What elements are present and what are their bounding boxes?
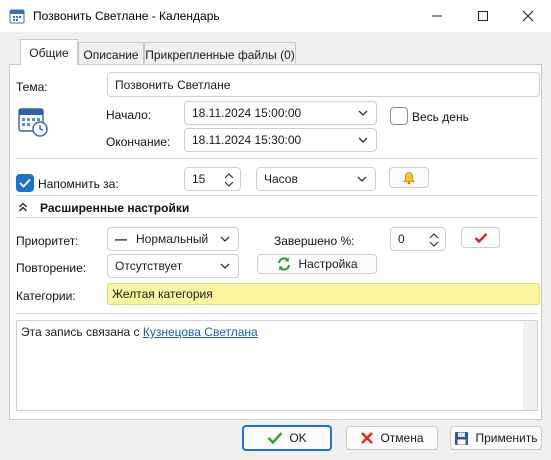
chevron-down-icon — [358, 137, 368, 143]
notes-text: Эта запись связана с Кузнецова Светлана — [21, 325, 258, 339]
tab-attachments[interactable]: Прикрепленные файлы (0) — [144, 42, 296, 66]
reminder-unit-value: Часов — [264, 172, 298, 186]
cancel-label: Отмена — [380, 431, 424, 445]
collapse-chevrons-icon[interactable] — [18, 202, 28, 212]
close-icon — [522, 10, 534, 22]
notes-scrollbar[interactable] — [523, 321, 537, 410]
advanced-settings-header[interactable]: Расширенные настройки — [40, 201, 189, 215]
mark-complete-button[interactable] — [461, 227, 500, 248]
divider — [16, 195, 538, 196]
divider — [16, 217, 538, 218]
all-day-label: Весь день — [412, 110, 469, 124]
reminder-label: Напомнить за: — [38, 177, 119, 191]
all-day-checkbox[interactable] — [390, 107, 408, 125]
subject-input[interactable]: Позвонить Светлане — [107, 72, 540, 97]
start-datetime-picker[interactable]: 18.11.2024 15:00:00 — [184, 101, 377, 125]
tab-description[interactable]: Описание — [78, 42, 144, 66]
subject-label: Тема: — [16, 80, 48, 94]
recurrence-setup-label: Настройка — [298, 257, 358, 271]
divider — [16, 158, 538, 159]
chevron-down-icon — [357, 176, 367, 182]
repeat-select[interactable]: Отсутствует — [107, 254, 239, 278]
apply-button[interactable]: Применить — [450, 426, 542, 450]
tab-general-label: Общие — [29, 45, 69, 60]
maximize-button[interactable] — [460, 0, 506, 32]
tab-description-label: Описание — [83, 47, 139, 62]
priority-select[interactable]: — Нормальный — [107, 227, 239, 251]
priority-label: Приоритет: — [16, 234, 79, 248]
end-datetime-picker[interactable]: 18.11.2024 15:30:00 — [184, 128, 377, 152]
calendar-clock-icon — [18, 108, 48, 137]
repeat-value: Отсутствует — [115, 259, 183, 273]
repeat-label: Повторение: — [16, 261, 87, 275]
close-button[interactable] — [505, 0, 551, 32]
completed-percent-value: 0 — [398, 232, 405, 246]
chevron-down-icon — [358, 110, 368, 116]
minimize-button[interactable] — [414, 0, 460, 32]
categories-input[interactable]: Желтая категория — [107, 283, 540, 305]
end-value: 18.11.2024 15:30:00 — [192, 133, 302, 147]
start-label: Начало: — [106, 108, 152, 122]
title-bar: Позвонить Светлане - Календарь — [0, 0, 551, 32]
calendar-app-icon — [9, 9, 25, 24]
red-x-icon — [361, 432, 374, 444]
window-title: Позвонить Светлане - Календарь — [33, 9, 220, 23]
contact-link[interactable]: Кузнецова Светлана — [143, 325, 258, 339]
red-checkmark-icon — [474, 232, 487, 243]
priority-dash-icon: — — [115, 232, 127, 246]
reminder-sound-button[interactable] — [389, 167, 429, 188]
ok-button[interactable]: OK — [242, 425, 332, 451]
notes-prefix: Эта запись связана с — [21, 325, 143, 339]
ok-label: OK — [289, 431, 307, 445]
recurrence-setup-button[interactable]: Настройка — [257, 254, 377, 274]
refresh-arrows-icon — [278, 257, 291, 271]
spinner-arrows-icon[interactable] — [428, 231, 440, 249]
tab-attachments-label: Прикрепленные файлы (0) — [145, 47, 295, 62]
cancel-button[interactable]: Отмена — [346, 426, 438, 450]
green-check-icon — [267, 432, 283, 445]
reminder-amount-spinner[interactable]: 15 — [184, 167, 241, 191]
apply-label: Применить — [475, 431, 538, 445]
checkmark-icon — [19, 178, 31, 188]
spinner-arrows-icon[interactable] — [223, 171, 235, 189]
maximize-icon — [478, 11, 488, 21]
end-label: Окончание: — [106, 135, 171, 149]
tab-general[interactable]: Общие — [20, 39, 78, 65]
completed-percent-label: Завершено %: — [274, 234, 355, 248]
reminder-unit-select[interactable]: Часов — [256, 167, 376, 191]
reminder-checkbox[interactable] — [16, 174, 34, 192]
save-floppy-icon — [455, 431, 469, 445]
notes-area[interactable]: Эта запись связана с Кузнецова Светлана — [16, 320, 538, 411]
bell-icon — [403, 171, 415, 184]
categories-value: Желтая категория — [112, 287, 213, 301]
divider — [16, 313, 538, 314]
chevron-down-icon — [220, 236, 230, 242]
categories-label: Категории: — [16, 289, 76, 303]
completed-percent-spinner[interactable]: 0 — [390, 227, 446, 251]
subject-value: Позвонить Светлане — [115, 77, 231, 92]
chevron-down-icon — [220, 263, 230, 269]
reminder-amount-value: 15 — [192, 172, 206, 186]
priority-value: Нормальный — [136, 232, 209, 246]
minimize-icon — [432, 15, 442, 17]
start-value: 18.11.2024 15:00:00 — [192, 106, 302, 120]
